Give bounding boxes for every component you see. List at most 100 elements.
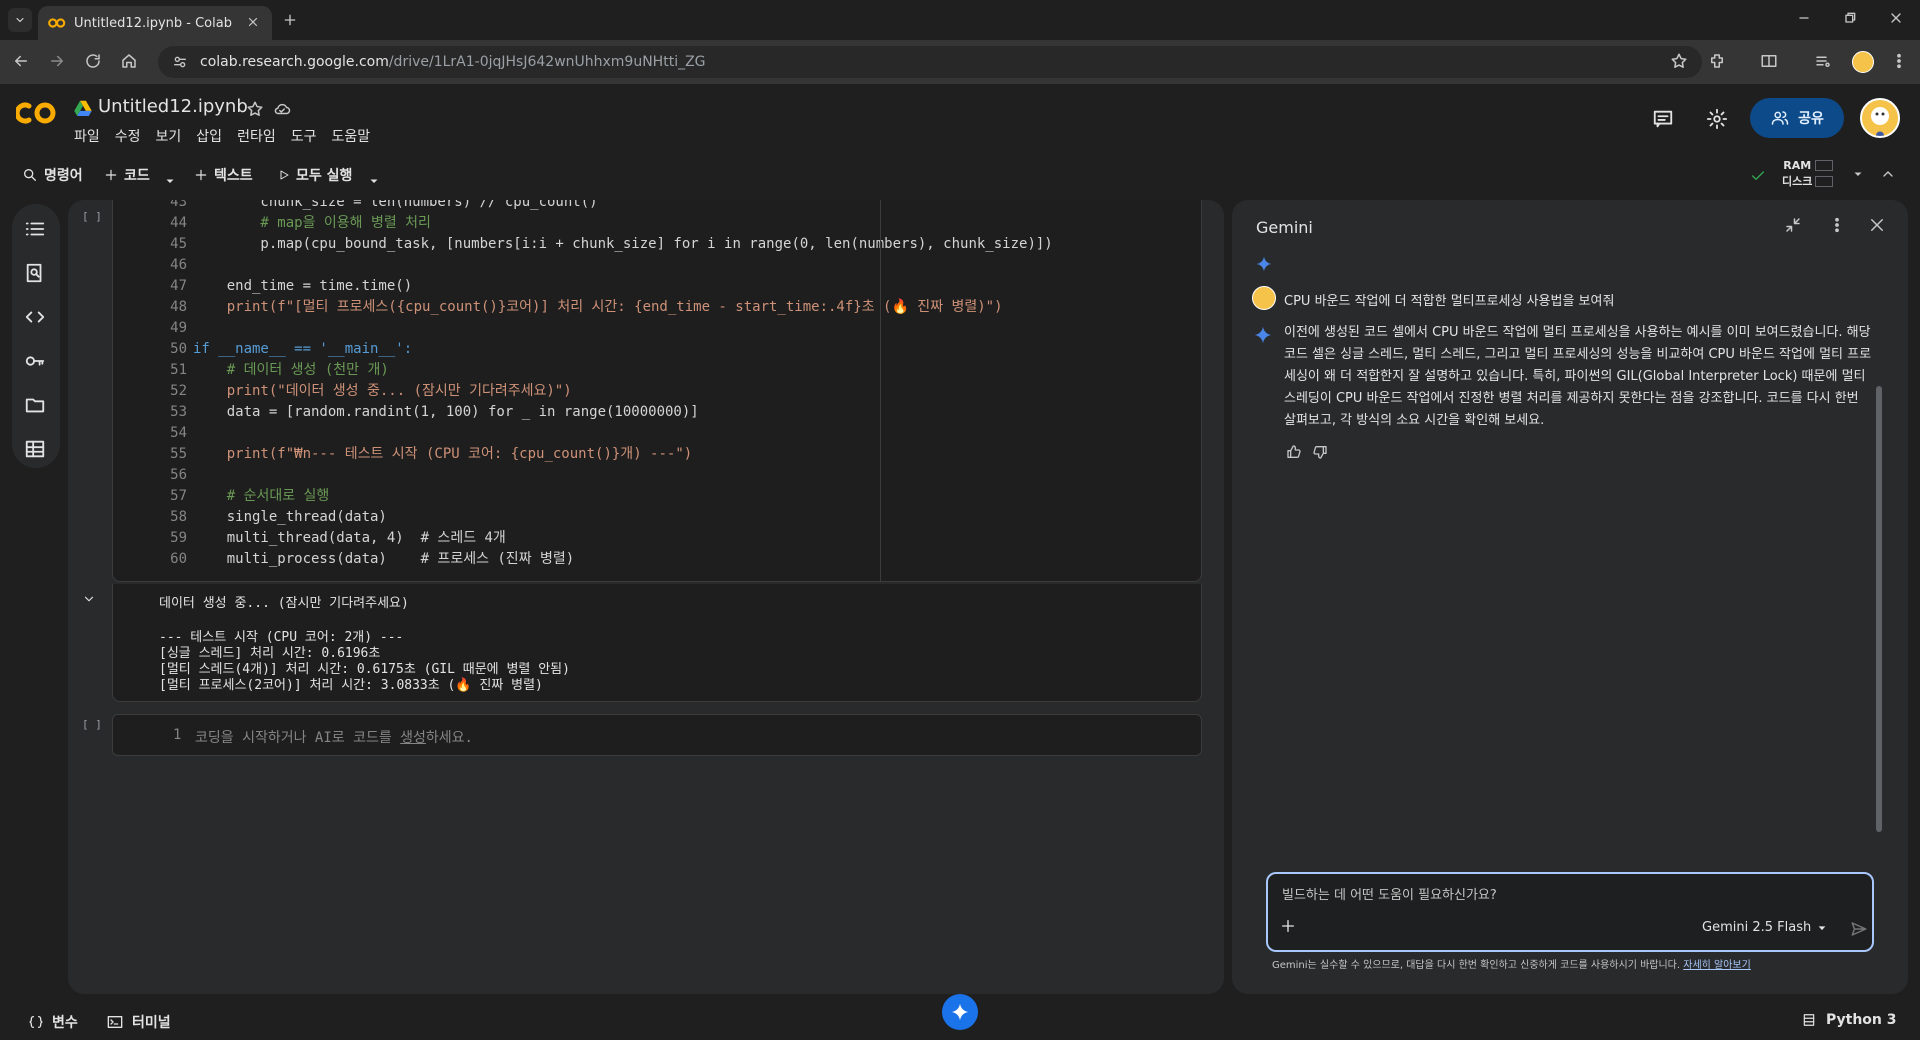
chat-scrollbar[interactable] xyxy=(1876,386,1882,832)
cloud-saved-icon[interactable] xyxy=(272,100,292,118)
empty-cell-run-bracket[interactable]: [ ] xyxy=(82,718,102,731)
browser-tab[interactable]: Untitled12.ipynb - Colab xyxy=(38,6,272,40)
code-line: 47 end_time = time.time() xyxy=(113,276,1201,297)
code-line: 53 data = [random.randint(1, 100) for _ … xyxy=(113,402,1201,423)
command-palette-button[interactable]: 명령어 xyxy=(22,162,83,188)
line-number: 44 xyxy=(170,215,187,231)
minimize-panel-icon[interactable] xyxy=(1784,216,1802,234)
comment-icon[interactable] xyxy=(1652,108,1674,130)
runtime-indicator[interactable]: Python 3 xyxy=(1802,1012,1897,1028)
data-table-icon[interactable] xyxy=(24,438,46,460)
browser-menu-icon[interactable] xyxy=(1890,52,1910,72)
close-window-icon[interactable] xyxy=(1888,10,1908,30)
attach-plus-icon[interactable] xyxy=(1280,918,1296,934)
extensions-icon[interactable] xyxy=(1708,52,1728,72)
add-code-dropdown-icon[interactable] xyxy=(164,168,176,194)
resource-usage[interactable]: RAM 디스크 xyxy=(1782,158,1812,190)
menu-file[interactable]: 파일 xyxy=(74,126,100,146)
run-all-dropdown-icon[interactable] xyxy=(368,168,380,194)
code-line: 60 multi_process(data) # 프로세스 (진짜 병렬) xyxy=(113,549,1201,570)
files-folder-icon[interactable] xyxy=(24,394,46,416)
gear-icon[interactable] xyxy=(1706,108,1728,130)
find-replace-icon[interactable] xyxy=(24,262,46,284)
notebook-panel: [ ] 43 chunk_size = len(numbers) // cpu_… xyxy=(68,200,1224,994)
code-line: 52 print("데이터 생성 중... (잠시만 기다려주세요)") xyxy=(113,381,1201,402)
placeholder-text: 하세요. xyxy=(425,730,473,746)
resources-dropdown-icon[interactable] xyxy=(1852,168,1864,180)
gemini-response: 이전에 생성된 코드 셀에서 CPU 바운드 작업에 멀티 프로세싱을 사용하는… xyxy=(1284,325,1872,428)
menu-tools[interactable]: 도구 xyxy=(291,126,317,146)
user-message: CPU 바운드 작업에 더 적합한 멀티프로세싱 사용법을 보여줘 xyxy=(1284,294,1615,309)
browser-tabstrip: Untitled12.ipynb - Colab xyxy=(0,0,1920,40)
favorite-star-icon[interactable] xyxy=(246,100,264,118)
collapse-output-chevron-icon[interactable] xyxy=(82,592,96,606)
thumbs-up-icon[interactable] xyxy=(1286,444,1302,460)
back-arrow-icon[interactable] xyxy=(12,52,32,72)
site-settings-icon[interactable] xyxy=(172,54,188,70)
address-bar[interactable]: colab.research.google.com/drive/1LrA1-0j… xyxy=(158,46,1702,78)
secrets-key-icon[interactable] xyxy=(24,350,46,372)
run-all-button[interactable]: 모두 실행 xyxy=(278,162,352,188)
notebook-title[interactable]: Untitled12.ipynb xyxy=(98,96,248,117)
cell-output: 데이터 생성 중... (잠시만 기다려주세요) --- 테스트 시작 (CPU… xyxy=(112,584,1202,702)
braces-icon xyxy=(28,1014,44,1030)
output-line: [멀티 프로세스(2코어)] 처리 시간: 3.0833초 (🔥 진짜 병렬) xyxy=(159,678,543,693)
chevron-up-icon[interactable] xyxy=(1880,166,1896,182)
gemini-prompt-box[interactable]: 빌드하는 데 어떤 도움이 필요하신가요? Gemini 2.5 Flash xyxy=(1266,872,1874,952)
colab-logo-icon[interactable] xyxy=(16,98,58,128)
home-icon[interactable] xyxy=(120,52,140,72)
reading-mode-icon[interactable] xyxy=(1760,52,1780,72)
menu-runtime[interactable]: 런타임 xyxy=(237,126,276,146)
terminal-button[interactable]: 터미널 xyxy=(106,1012,171,1032)
variables-button[interactable]: 변수 xyxy=(28,1012,78,1032)
new-tab-icon[interactable] xyxy=(282,12,298,28)
line-number: 1 xyxy=(173,727,182,743)
code-line: 58 single_thread(data) xyxy=(113,507,1201,528)
editor-ruler xyxy=(880,200,881,581)
cell-run-bracket[interactable]: [ ] xyxy=(82,210,102,223)
menu-help[interactable]: 도움말 xyxy=(331,126,370,146)
gemini-fab-button[interactable] xyxy=(942,994,978,1030)
generate-link[interactable]: 생성 xyxy=(400,730,426,746)
connected-check-icon xyxy=(1750,168,1766,184)
more-options-icon[interactable] xyxy=(1828,216,1846,234)
add-text-button[interactable]: 텍스트 xyxy=(194,162,253,188)
menu-edit[interactable]: 수정 xyxy=(115,126,141,146)
model-selector[interactable]: Gemini 2.5 Flash xyxy=(1702,920,1827,935)
disk-meter xyxy=(1815,176,1833,187)
terminal-label: 터미널 xyxy=(132,1015,171,1031)
runtime-server-icon xyxy=(1802,1012,1816,1028)
line-text: chunk_size = len(numbers) // cpu_count() xyxy=(193,200,598,210)
send-icon[interactable] xyxy=(1850,920,1868,938)
thumbs-down-icon[interactable] xyxy=(1312,444,1328,460)
reload-icon[interactable] xyxy=(84,52,104,72)
menu-insert[interactable]: 삽입 xyxy=(196,126,222,146)
menubar: 파일 수정 보기 삽입 런타임 도구 도움말 xyxy=(74,126,385,146)
placeholder-text: 코딩을 시작하거나 AI로 코드를 xyxy=(195,730,401,746)
code-cell-editor[interactable]: 43 chunk_size = len(numbers) // cpu_coun… xyxy=(112,200,1202,582)
gemini-spark-icon xyxy=(1254,326,1272,344)
close-tab-icon[interactable] xyxy=(246,15,262,31)
tab-list-chevron-icon[interactable] xyxy=(8,8,32,32)
empty-code-cell[interactable]: 1 코딩을 시작하거나 AI로 코드를 생성하세요. xyxy=(112,714,1202,756)
command-palette-label: 명령어 xyxy=(44,168,83,184)
close-panel-icon[interactable] xyxy=(1868,216,1886,234)
add-code-button[interactable]: 코드 xyxy=(104,162,150,188)
share-button[interactable]: 공유 xyxy=(1750,98,1844,138)
media-controls-icon[interactable] xyxy=(1814,52,1834,72)
gemini-panel-title: Gemini xyxy=(1256,218,1313,237)
code-line: 59 multi_thread(data, 4) # 스레드 4개 xyxy=(113,528,1201,549)
code-snippets-icon[interactable] xyxy=(24,306,46,328)
bookmark-star-icon[interactable] xyxy=(1670,52,1688,70)
restore-icon[interactable] xyxy=(1842,10,1862,30)
learn-more-link[interactable]: 자세히 알아보기 xyxy=(1683,960,1751,971)
minimize-icon[interactable] xyxy=(1796,10,1816,30)
gemini-prompt-input[interactable]: 빌드하는 데 어떤 도움이 필요하신가요? xyxy=(1282,884,1497,903)
forward-arrow-icon[interactable] xyxy=(48,52,68,72)
profile-avatar-icon[interactable] xyxy=(1852,51,1874,73)
plus-icon xyxy=(104,168,118,182)
menu-view[interactable]: 보기 xyxy=(156,126,182,146)
table-of-contents-icon[interactable] xyxy=(24,218,46,240)
user-avatar[interactable] xyxy=(1860,98,1900,138)
line-text: multi_process(data) # 프로세스 (진짜 병렬) xyxy=(193,551,575,567)
